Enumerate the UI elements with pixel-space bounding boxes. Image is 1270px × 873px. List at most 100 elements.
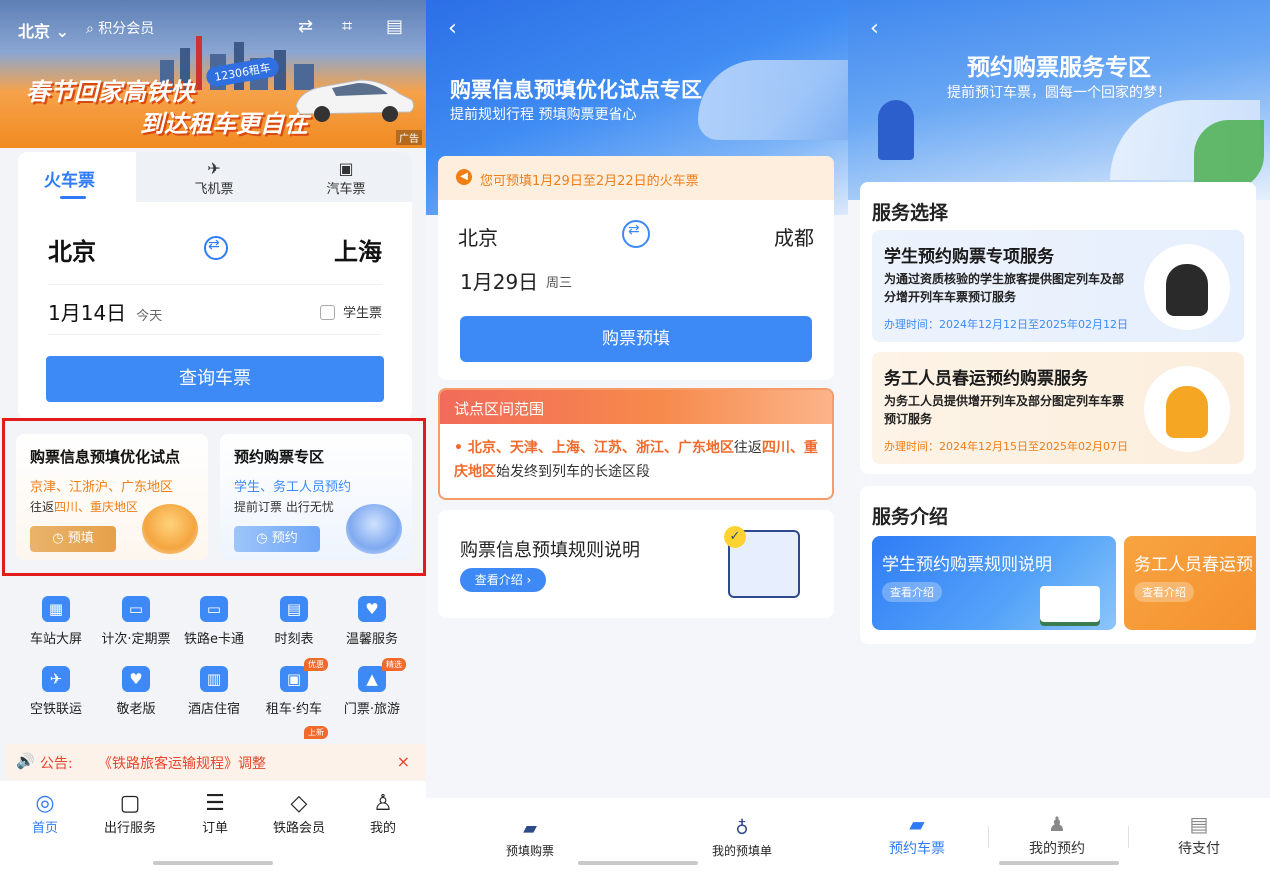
reservation-zone-slogan: 提前订票 出行无忧: [234, 500, 334, 514]
active-tab-indicator: [60, 196, 86, 199]
promo-banner[interactable]: 北京 ⌄ ⌕ 积分会员 ⇄ ⌗ ▤ 12306租车 春节回家高铁快 到达租车更自…: [0, 0, 426, 148]
worker-service-card[interactable]: 务工人员春运预约购票服务 为务工人员提供增开列车及部分图定列车车票预订服务 办理…: [872, 352, 1244, 464]
grid-partial-new[interactable]: 上新: [254, 726, 334, 744]
search-placeholder: 积分会员: [98, 21, 155, 37]
megaphone-icon: ◀: [456, 169, 472, 185]
prefill-page-title: 购票信息预填优化试点专区: [450, 78, 702, 102]
prefill-pilot-title: 购票信息预填优化试点: [30, 448, 181, 466]
prefill-pilot-screen: ‹ 购票信息预填优化试点专区 提前规划行程 预填购票更省心 ◀ 您可预填1月29…: [426, 0, 848, 873]
city-label: 北京: [18, 22, 51, 41]
prefill-button[interactable]: ◷ 预填: [30, 526, 116, 552]
departure-city[interactable]: 北京: [48, 232, 96, 267]
nav-pending-payment[interactable]: ▤ 待支付: [1144, 812, 1254, 858]
student-rules-title: 学生预约购票规则说明: [882, 555, 1052, 575]
swap-cities-icon[interactable]: [622, 220, 650, 248]
grid-car-rental[interactable]: 优惠 ▣ 租车·约车: [254, 658, 334, 717]
notice-label: 公告:: [40, 756, 73, 772]
grid-station-screen[interactable]: ▦ 车站大屏: [16, 596, 96, 647]
document-icon: [724, 526, 800, 598]
back-icon[interactable]: ‹: [870, 16, 879, 41]
view-intro-button[interactable]: 查看介绍: [1134, 582, 1194, 602]
student-ticket-checkbox[interactable]: 学生票: [319, 302, 382, 321]
prefill-ticket-icon: ▰: [523, 818, 537, 839]
prefill-submit-button[interactable]: 购票预填: [460, 316, 812, 362]
reserve-button[interactable]: ◷ 预约: [234, 526, 320, 552]
prefill-pilot-regions: 京津、江浙沪、广东地区: [30, 480, 174, 495]
prefill-rules-card[interactable]: 购票信息预填规则说明 查看介绍 ›: [438, 510, 834, 618]
care-service-icon: ♥: [358, 596, 386, 622]
prefill-tip-text: 您可预填1月29日至2月22日的火车票: [480, 174, 699, 189]
grid-ecard[interactable]: ▭ 铁路e卡通: [174, 596, 254, 647]
nav-my-prefill[interactable]: ♁ 我的预填单: [682, 818, 802, 859]
home-screen: 北京 ⌄ ⌕ 积分会员 ⇄ ⌗ ▤ 12306租车 春节回家高铁快 到达租车更自…: [0, 0, 426, 873]
prefill-tip: ◀ 您可预填1月29日至2月22日的火车票: [438, 156, 834, 200]
member-diamond-icon: ◇: [290, 791, 308, 816]
nav-member[interactable]: ◇ 铁路会员: [264, 791, 334, 836]
grid-timetable[interactable]: ▤ 时刻表: [254, 596, 334, 647]
nav-orders[interactable]: ☰ 订单: [180, 791, 250, 836]
city-selector[interactable]: 北京 ⌄: [18, 18, 69, 42]
prefill-page-subtitle: 提前规划行程 预填购票更省心: [450, 107, 637, 123]
query-tickets-button[interactable]: 查询车票: [46, 356, 384, 402]
grid-tourism[interactable]: 精选 ▲ 门票·旅游: [332, 658, 412, 717]
hotel-icon: ▥: [200, 666, 228, 692]
reservation-zone-title: 预约购票专区: [234, 448, 325, 466]
worker-rules-card[interactable]: 务工人员春运预 查看介绍: [1124, 536, 1256, 630]
prefill-pilot-roundtrip: 往返四川、重庆地区: [30, 500, 139, 514]
grid-care-service[interactable]: ♥ 温馨服务: [332, 596, 412, 647]
grid-elder-mode[interactable]: ♥ 敬老版: [96, 666, 176, 717]
nav-my-reservation[interactable]: ♟ 我的预约: [1002, 812, 1112, 858]
nav-profile[interactable]: ♙ 我的: [348, 791, 418, 836]
grid-periodic-ticket[interactable]: ▭ 计次·定期票: [96, 596, 176, 647]
travel-date[interactable]: 1月29日: [460, 266, 538, 295]
back-icon[interactable]: ‹: [448, 16, 457, 41]
message-icon[interactable]: ▤: [386, 16, 403, 37]
pilot-scope-card: 试点区间范围 • 北京、天津、上海、江苏、浙江、广东地区往返四川、重庆地区始发终…: [438, 388, 834, 500]
ecard-icon: ▭: [200, 596, 228, 622]
view-intro-button[interactable]: 查看介绍: [882, 582, 942, 602]
search-icon: ⌕: [86, 21, 94, 37]
speaker-icon: 🔊: [16, 752, 35, 770]
tab-plane[interactable]: ✈ 飞机票: [174, 159, 254, 198]
tab-train[interactable]: 火车票: [18, 152, 136, 202]
ad-label: 广告: [396, 130, 422, 145]
timetable-icon: ▤: [280, 596, 308, 622]
notice-text: 《铁路旅客运输规程》调整: [98, 756, 266, 772]
nav-travel-service[interactable]: ▢ 出行服务: [95, 791, 165, 836]
prefill-booking-card: ◀ 您可预填1月29日至2月22日的火车票 北京 成都 1月29日 周三 购票预…: [438, 156, 834, 380]
student-service-card[interactable]: 学生预约购票专项服务 为通过资质核验的学生旅客提供图定列车及部分增开列车车票预订…: [872, 230, 1244, 342]
search-bar[interactable]: ⌕ 积分会员: [86, 18, 154, 38]
reserve-ticket-icon: ▰: [909, 812, 925, 836]
prefill-rules-title: 购票信息预填规则说明: [460, 540, 640, 561]
view-intro-button[interactable]: 查看介绍 ›: [460, 568, 546, 592]
nav-home[interactable]: ◎ 首页: [10, 791, 80, 836]
station-screen-icon: ▦: [42, 596, 70, 622]
date-selector[interactable]: 1月14日 今天: [48, 297, 162, 326]
my-reservation-icon: ♟: [1048, 812, 1066, 836]
grid-hotel[interactable]: ▥ 酒店住宿: [174, 666, 254, 717]
notice-bar[interactable]: 🔊 公告: 《铁路旅客运输规程》调整 ×: [6, 744, 426, 780]
car-illustration: [295, 79, 415, 122]
arrival-city[interactable]: 成都: [774, 222, 814, 251]
prefill-illustration: [142, 504, 198, 554]
arrival-city[interactable]: 上海: [334, 232, 382, 267]
prefill-pilot-card[interactable]: 购票信息预填优化试点 京津、江浙沪、广东地区 往返四川、重庆地区 ◷ 预填: [16, 434, 208, 560]
graduate-avatar: [1144, 244, 1230, 330]
worker-service-time: 办理时间：2024年12月15日至2025年02月07日: [884, 440, 1128, 453]
worker-service-desc: 为务工人员提供增开列车及部分图定列车车票预订服务: [884, 394, 1125, 426]
student-service-desc: 为通过资质核验的学生旅客提供图定列车及部分增开列车车票预订服务: [884, 272, 1125, 304]
tab-bus[interactable]: ▣ 汽车票: [306, 160, 386, 198]
grid-air-rail[interactable]: ✈ 空铁联运: [16, 666, 96, 717]
reservation-zone-card[interactable]: 预约购票专区 学生、务工人员预约 提前订票 出行无忧 ◷ 预约: [220, 434, 412, 560]
periodic-ticket-icon: ▭: [122, 596, 150, 622]
swap-cities-icon[interactable]: [204, 236, 228, 260]
nav-prefill-ticket[interactable]: ▰ 预填购票: [470, 818, 590, 859]
ticket-type-tabs: 火车票 ✈ 飞机票 ▣ 汽车票: [18, 152, 412, 202]
plane-icon: ✈: [207, 159, 221, 178]
nav-reserve-ticket[interactable]: ▰ 预约车票: [862, 812, 972, 858]
clock-icon: ◷: [52, 531, 68, 546]
departure-city[interactable]: 北京: [458, 222, 498, 251]
close-icon[interactable]: ×: [397, 752, 410, 771]
student-rules-card[interactable]: 学生预约购票规则说明 查看介绍: [872, 536, 1116, 630]
worker-avatar: [1144, 366, 1230, 452]
